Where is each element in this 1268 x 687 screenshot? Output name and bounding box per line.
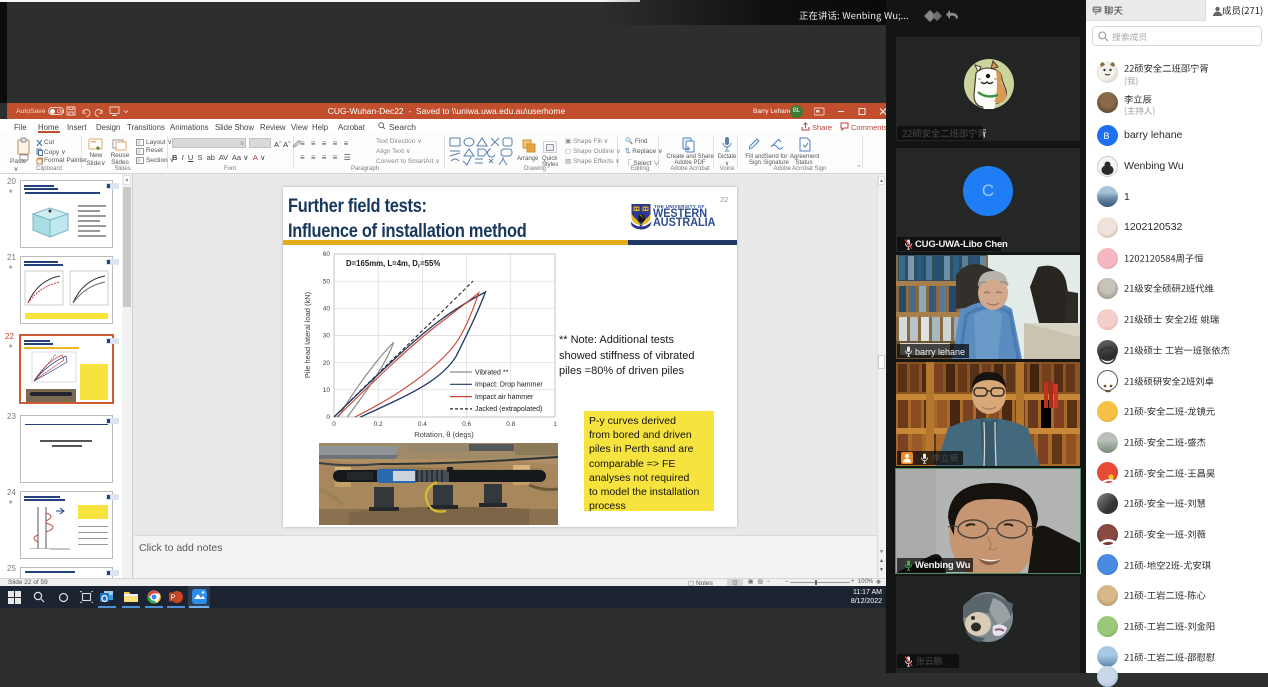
svg-text:50: 50 bbox=[323, 278, 331, 285]
svg-text:0.6: 0.6 bbox=[462, 421, 471, 428]
svg-text:0.4: 0.4 bbox=[418, 421, 427, 428]
svg-text:Impact: Drop hammer: Impact: Drop hammer bbox=[475, 382, 543, 389]
svg-text:1: 1 bbox=[553, 421, 557, 428]
svg-text:30: 30 bbox=[323, 333, 331, 340]
svg-text:20: 20 bbox=[323, 360, 331, 367]
svg-text:0: 0 bbox=[326, 414, 330, 421]
svg-text:0.8: 0.8 bbox=[506, 421, 515, 428]
svg-text:Vibrated **: Vibrated ** bbox=[475, 369, 509, 376]
svg-text:Impact air hammer: Impact air hammer bbox=[475, 394, 534, 401]
svg-text:P: P bbox=[171, 595, 176, 602]
svg-text:40: 40 bbox=[323, 306, 331, 313]
svg-text:0: 0 bbox=[332, 421, 336, 428]
svg-text:60: 60 bbox=[323, 251, 331, 258]
svg-text:Pile head lateral load (kN): Pile head lateral load (kN) bbox=[303, 291, 312, 378]
svg-text:Rotation, θ (degs): Rotation, θ (degs) bbox=[414, 430, 474, 439]
svg-text:Jacked (extrapolated): Jacked (extrapolated) bbox=[475, 406, 542, 413]
svg-text:0.2: 0.2 bbox=[374, 421, 383, 428]
svg-text:D=165mm, L=4m, Dr=55%: D=165mm, L=4m, Dr=55% bbox=[346, 259, 440, 270]
svg-text:10: 10 bbox=[323, 387, 331, 394]
